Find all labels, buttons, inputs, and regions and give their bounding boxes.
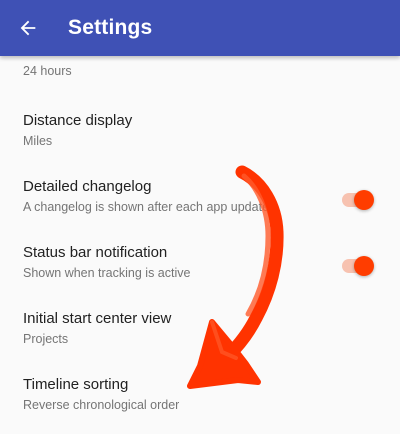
status-bar-notification-toggle[interactable] (340, 254, 374, 278)
setting-title: Status bar notification (23, 244, 168, 261)
back-button[interactable] (0, 0, 56, 56)
setting-subtitle: Reverse chronological order (23, 398, 180, 412)
setting-initial-start-center-view[interactable]: Initial start center view Projects (0, 298, 400, 364)
setting-title: Initial start center view (23, 310, 172, 327)
arrow-back-icon (20, 20, 36, 36)
setting-subtitle: A changelog is shown after each app upda… (23, 200, 268, 214)
app-bar: Settings (0, 0, 400, 56)
setting-title: Distance display (23, 112, 133, 129)
setting-distance-display[interactable]: Distance display Miles (0, 100, 400, 166)
toggle-thumb (354, 190, 374, 210)
setting-subtitle: 24 hours (23, 64, 72, 78)
setting-subtitle: Projects (23, 332, 69, 346)
detailed-changelog-toggle[interactable] (340, 188, 374, 212)
setting-subtitle: Miles (23, 134, 53, 148)
settings-list: Time mode 24 hours Distance display Mile… (0, 0, 400, 434)
setting-subtitle: Shown when tracking is active (23, 266, 191, 280)
setting-timeline-sorting[interactable]: Timeline sorting Reverse chronological o… (0, 364, 400, 430)
toggle-thumb (354, 256, 374, 276)
page-title: Settings (68, 16, 153, 39)
setting-title: Timeline sorting (23, 376, 129, 393)
setting-title: Detailed changelog (23, 178, 152, 195)
